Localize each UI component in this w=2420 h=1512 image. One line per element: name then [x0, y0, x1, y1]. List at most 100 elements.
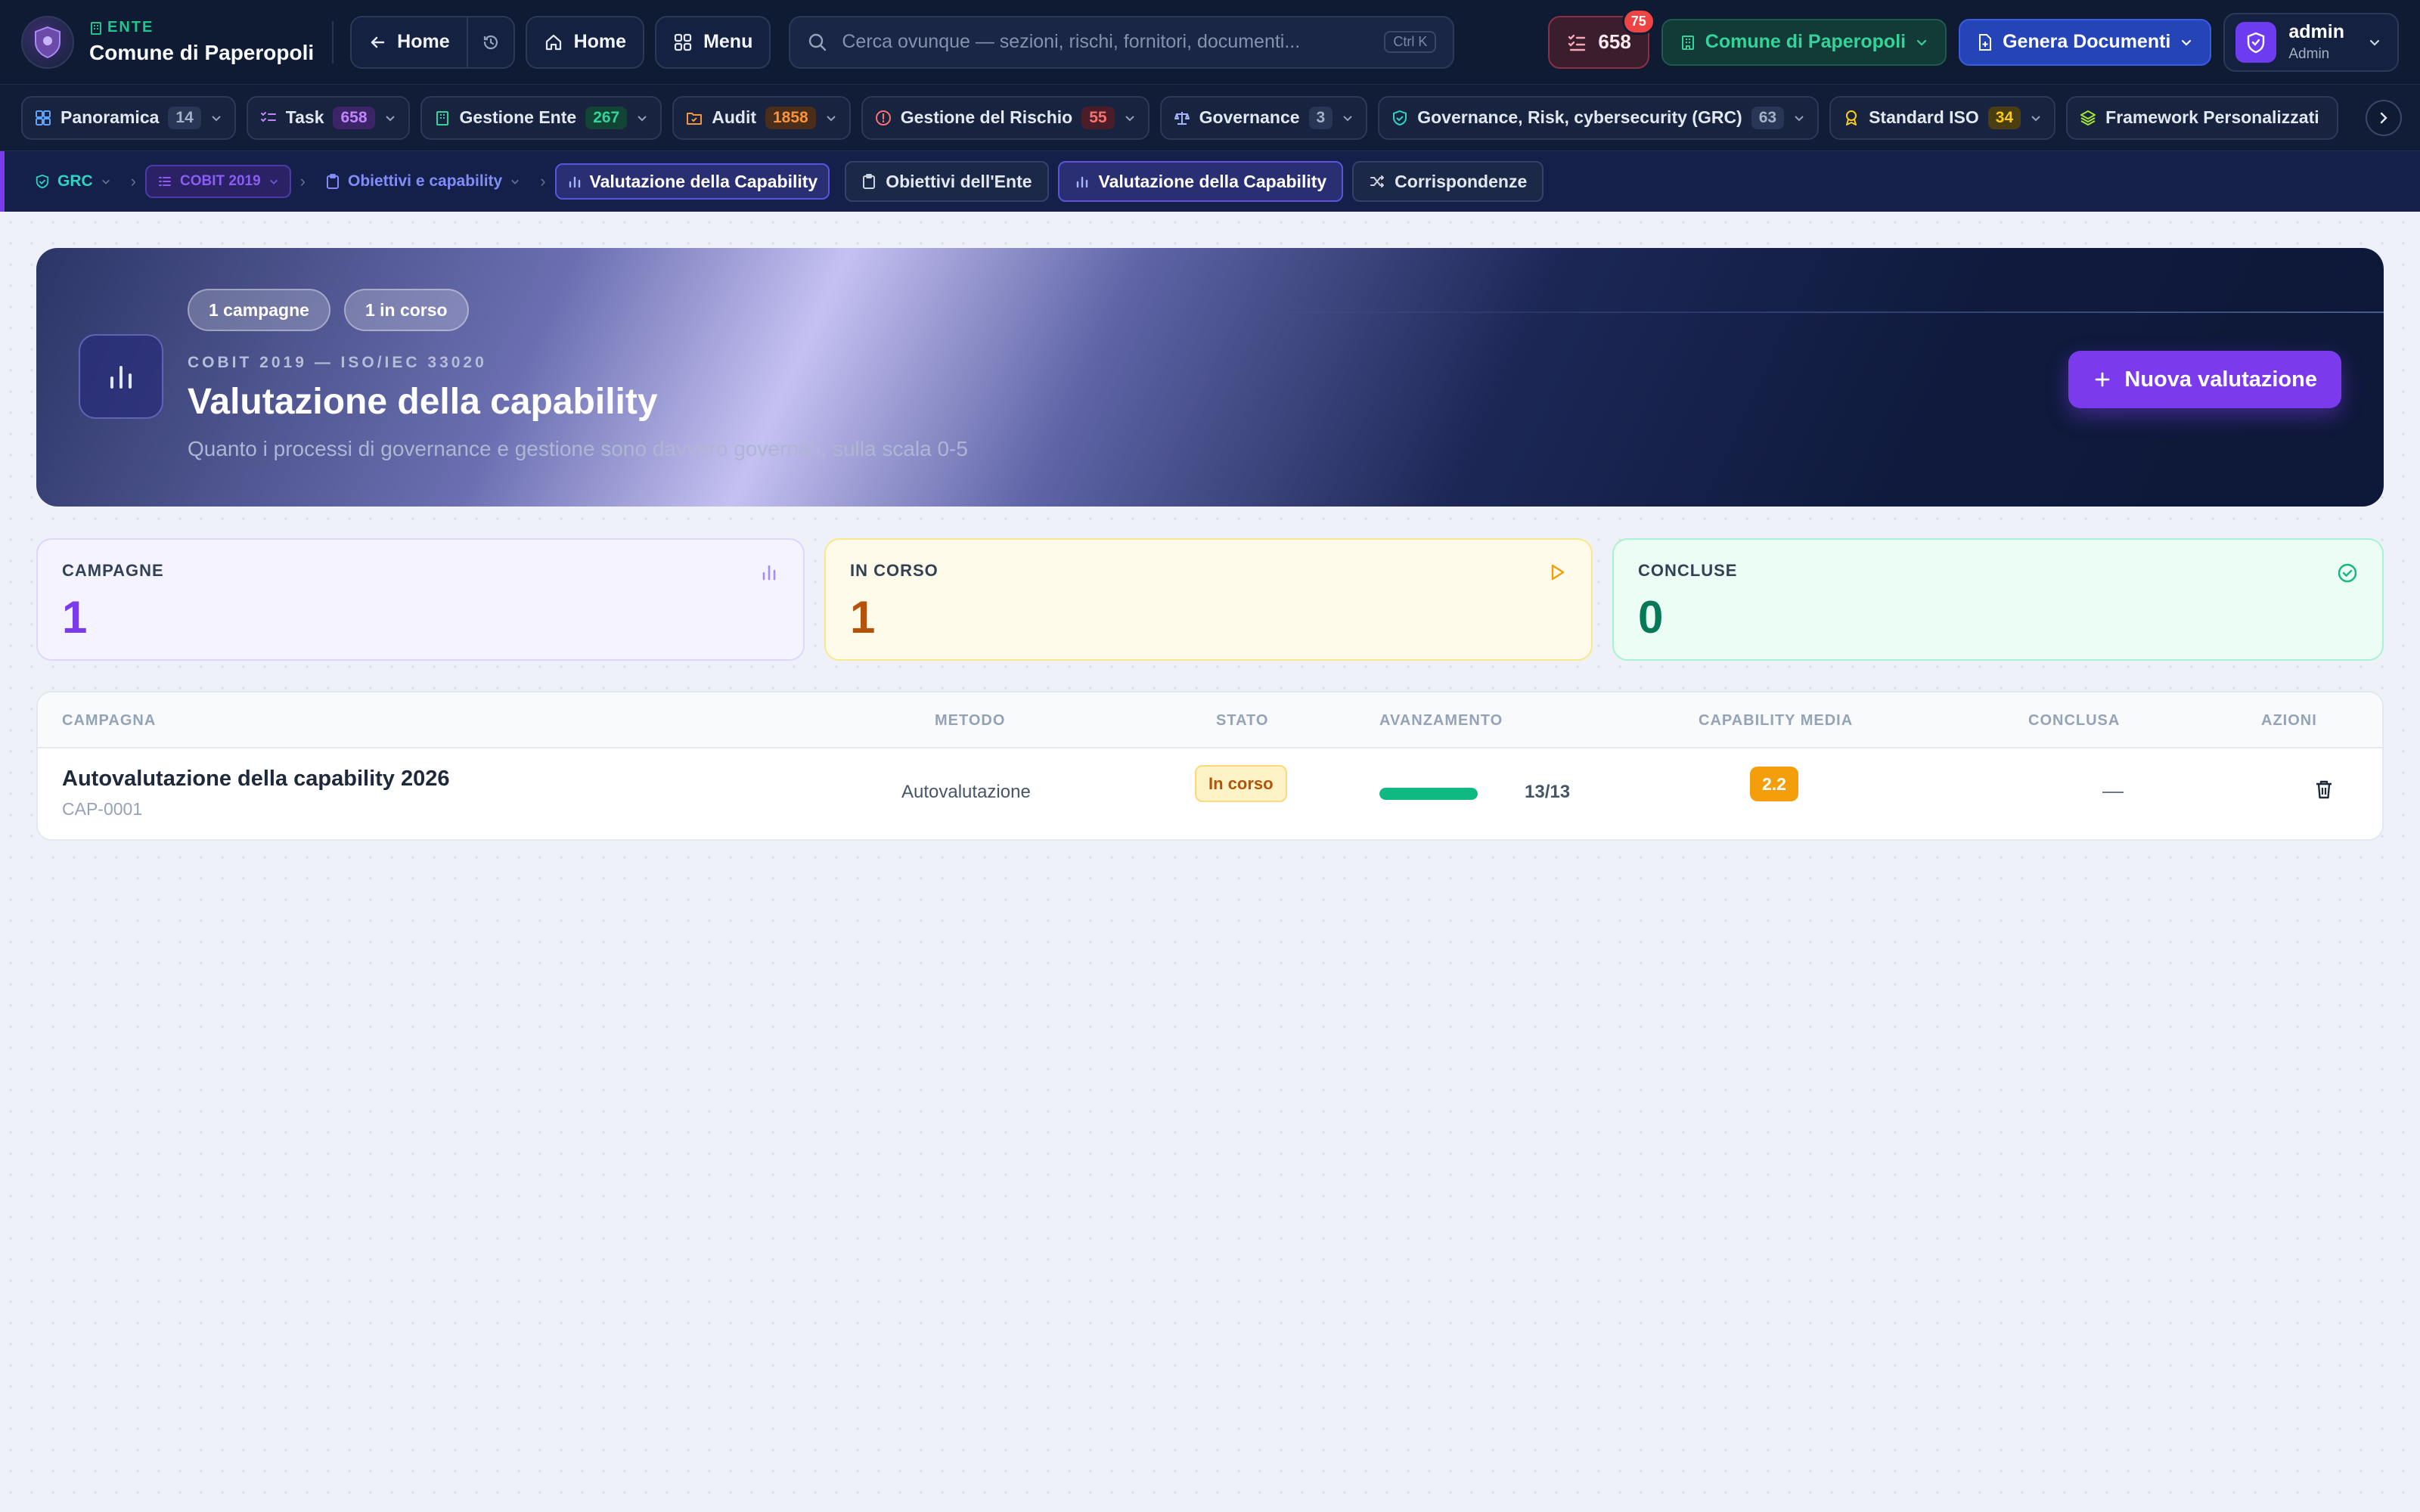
module-nav: Panoramica 14 Task 658 Gestione Ente 267…	[0, 85, 2420, 151]
module-label: Task	[285, 107, 324, 127]
module-grc[interactable]: Governance, Risk, cybersecurity (GRC) 63	[1378, 95, 1820, 140]
new-assessment-button[interactable]: Nuova valutazione	[2068, 351, 2341, 408]
chevron-down-icon	[269, 179, 278, 184]
list-icon	[159, 177, 171, 186]
building-icon	[436, 110, 448, 125]
stat-card-completed: CONCLUSE 0	[1612, 538, 2384, 661]
layers-icon	[2080, 110, 2096, 125]
breadcrumb-grc-label: GRC	[57, 172, 93, 190]
folder-check-icon	[687, 112, 703, 125]
award-icon	[1846, 110, 1857, 125]
module-task[interactable]: Task 658	[246, 95, 410, 140]
tab-obiettivi-ente[interactable]: Obiettivi dell'Ente	[845, 161, 1049, 202]
scale-icon	[1174, 111, 1190, 125]
home-button[interactable]: Home	[525, 15, 645, 69]
search-shortcut: Ctrl K	[1384, 31, 1437, 53]
breadcrumb-cobit-label: COBIT 2019	[180, 173, 261, 189]
tab-valutazione-capability[interactable]: Valutazione della Capability	[1057, 161, 1344, 202]
trash-icon	[2316, 780, 2332, 799]
breadcrumb-separator: ›	[130, 172, 136, 191]
chevron-down-icon	[212, 115, 221, 121]
module-count: 34	[1987, 106, 2021, 129]
alert-circle-icon	[875, 110, 891, 125]
module-label: Gestione del Rischio	[900, 107, 1073, 127]
search-input[interactable]	[842, 31, 1371, 53]
menu-label: Menu	[703, 31, 753, 52]
column-header[interactable]: CAMPAGNA	[62, 712, 156, 730]
breadcrumb-grc[interactable]: GRC	[24, 163, 122, 200]
column-header[interactable]: CAPABILITY MEDIA	[1699, 712, 1853, 730]
breadcrumb-cobit[interactable]: COBIT 2019	[145, 165, 291, 198]
history-icon	[483, 35, 498, 49]
ente-logo[interactable]	[21, 15, 74, 69]
stat-card-campaigns: CAMPAGNE 1	[36, 538, 805, 661]
generate-documents-button[interactable]: Genera Documenti	[1959, 18, 2212, 66]
document-plus-icon	[1979, 33, 1992, 51]
module-count: 658	[333, 106, 375, 129]
checklist-icon	[260, 111, 276, 122]
stat-value: 1	[850, 592, 876, 643]
column-header[interactable]: METODO	[935, 712, 1005, 730]
status-cell: In corso	[1195, 765, 1287, 802]
chevron-down-icon	[385, 115, 395, 121]
bar-chart-icon	[1076, 176, 1087, 188]
home-icon	[545, 34, 561, 50]
breadcrumb-current[interactable]: Valutazione della Capability	[554, 163, 830, 200]
module-count: 55	[1081, 106, 1115, 129]
campaign-name[interactable]: Autovalutazione della capability 2026	[62, 767, 450, 792]
chevron-down-icon	[1343, 115, 1352, 121]
breadcrumb-separator: ›	[299, 172, 306, 191]
tasks-button[interactable]: 658 75	[1548, 8, 1655, 69]
column-header[interactable]: STATO	[1216, 712, 1268, 730]
module-audit[interactable]: Audit 1858	[672, 95, 851, 140]
chevron-down-icon	[101, 179, 110, 184]
module-label: Framework Personalizzati	[2105, 107, 2319, 127]
module-governance[interactable]: Governance 3	[1159, 95, 1368, 140]
back-home-button[interactable]: Home	[352, 17, 466, 67]
check-circle-icon	[2337, 562, 2358, 584]
new-assessment-label: Nuova valutazione	[2124, 367, 2317, 392]
ente-kicker: ENTE	[89, 19, 314, 36]
chevron-down-icon	[511, 179, 520, 184]
hero-kicker: COBIT 2019 — ISO/IEC 33020	[188, 354, 487, 371]
module-framework-personalizzati[interactable]: Framework Personalizzati	[2066, 95, 2339, 140]
menu-button[interactable]: Menu	[655, 15, 771, 69]
campaigns-pill: 1 campagne	[188, 289, 330, 331]
column-header[interactable]: AVANZAMENTO	[1379, 712, 1503, 730]
progress-bar	[1379, 788, 1478, 800]
column-header[interactable]: CONCLUSA	[2028, 712, 2120, 730]
organization-name: Comune di Paperopoli	[1705, 31, 1907, 52]
chevron-down-icon	[2182, 39, 2192, 46]
breadcrumb: GRC › COBIT 2019 › Obiettivi e capabilit…	[0, 151, 2420, 212]
plus-icon	[2095, 372, 2110, 387]
campaign-code: CAP-0001	[62, 799, 143, 819]
module-panoramica[interactable]: Panoramica 14	[21, 95, 236, 140]
module-gestione-ente[interactable]: Gestione Ente 267	[420, 95, 662, 140]
history-button[interactable]	[466, 17, 513, 67]
organization-selector[interactable]: Comune di Paperopoli	[1661, 18, 1947, 66]
stat-card-in-progress: IN CORSO 1	[824, 538, 1593, 661]
module-label: Panoramica	[60, 107, 160, 127]
module-label: Standard ISO	[1869, 107, 1979, 127]
capability-cell: 2.2	[1750, 767, 1798, 801]
table-row[interactable]: Autovalutazione della capability 2026 CA…	[38, 748, 2382, 839]
shield-icon	[2248, 32, 2265, 53]
campaign-cell[interactable]: Autovalutazione della capability 2026 CA…	[62, 767, 450, 820]
chevron-right-icon	[2380, 112, 2387, 124]
user-menu[interactable]: admin Admin	[2223, 12, 2399, 72]
building-icon	[91, 21, 101, 35]
delete-button[interactable]	[2314, 779, 2334, 800]
module-gestione-rischio[interactable]: Gestione del Rischio 55	[861, 95, 1150, 140]
tab-corrispondenze[interactable]: Corrispondenze	[1352, 161, 1544, 202]
chevron-down-icon	[2369, 39, 2380, 46]
back-home-label: Home	[397, 31, 450, 52]
module-count: 267	[585, 106, 628, 129]
scroll-right-button[interactable]	[2366, 100, 2402, 136]
global-search[interactable]: Ctrl K	[789, 15, 1455, 69]
module-standard-iso[interactable]: Standard ISO 34	[1829, 95, 2056, 140]
progress-label: 13/13	[1525, 782, 1571, 802]
breadcrumb-objectives[interactable]: Obiettivi e capability	[315, 163, 531, 200]
divider	[332, 20, 334, 64]
play-icon	[1547, 562, 1567, 582]
dashboard-icon	[36, 110, 51, 125]
